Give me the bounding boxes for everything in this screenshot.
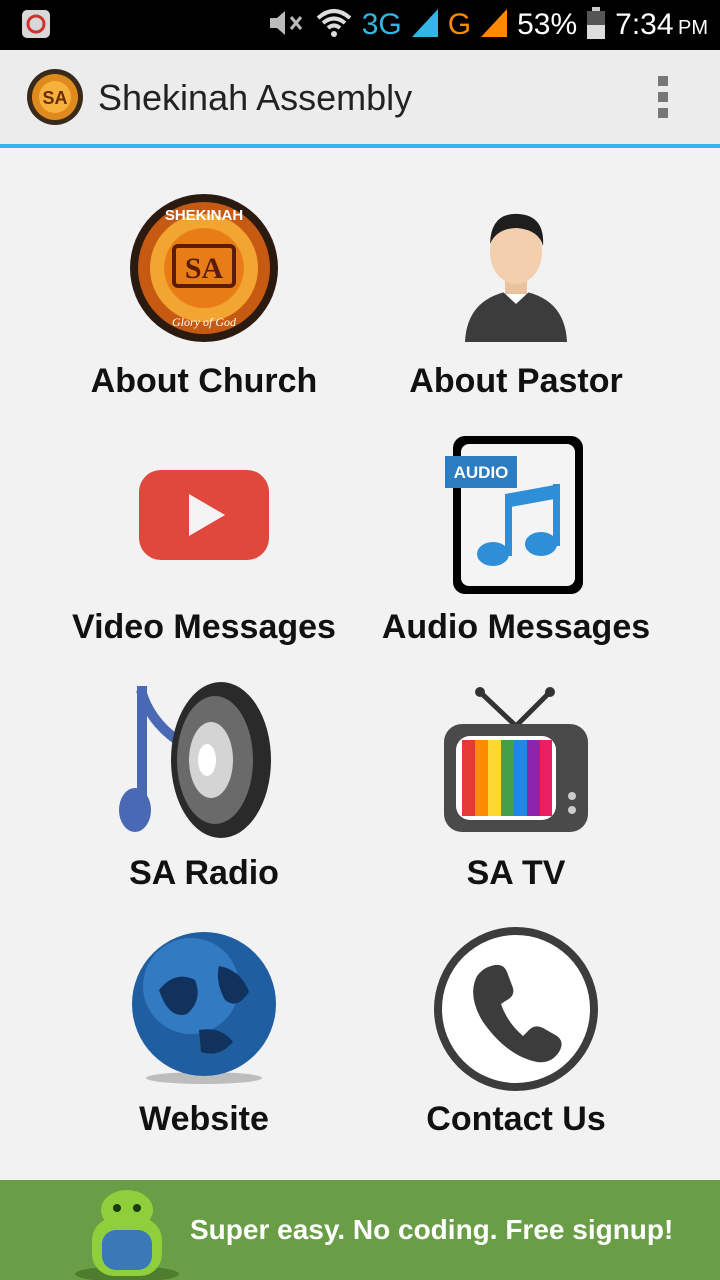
audio-badge-text: AUDIO <box>454 463 509 482</box>
youtube-play-icon <box>139 470 269 560</box>
android-mascot-icon <box>75 1190 179 1280</box>
sa-tv-button[interactable]: SA TV <box>346 678 686 918</box>
about-pastor-button[interactable]: About Pastor <box>346 186 686 426</box>
app-title: Shekinah Assembly <box>98 77 413 118</box>
audio-messages-button[interactable]: AUDIO Audio Messages <box>346 432 686 672</box>
pastor-avatar-icon <box>465 213 567 342</box>
audio-messages-label: Audio Messages <box>381 608 651 646</box>
website-button[interactable]: Website <box>34 924 374 1164</box>
wifi-icon <box>316 8 352 43</box>
status-bar: 3G G 53% 7:34 PM <box>0 0 720 50</box>
video-messages-label: Video Messages <box>72 608 336 646</box>
globe-icon <box>132 932 276 1084</box>
about-pastor-label: About Pastor <box>409 362 623 400</box>
church-logo-center: SA <box>185 252 224 285</box>
clock: 7:34 PM <box>615 8 708 42</box>
app-logo-icon[interactable]: SA <box>26 68 84 126</box>
ad-banner-text: Super easy. No coding. Free signup! <box>190 1214 674 1245</box>
app-notification-icon <box>22 10 50 38</box>
speaker-music-icon <box>119 682 271 838</box>
church-logo-bottom: Glory of God <box>172 315 237 329</box>
network-g-label: G <box>447 8 472 41</box>
clock-time: 7:34 <box>615 8 674 41</box>
tv-icon <box>444 687 588 832</box>
app-logo-text: SA <box>42 88 67 108</box>
phone-icon <box>434 927 598 1091</box>
church-logo-top: SHEKINAH <box>165 207 243 224</box>
ad-banner[interactable]: Super easy. No coding. Free signup! <box>0 1180 720 1280</box>
battery-percent: 53% <box>517 8 578 41</box>
audio-file-icon: AUDIO <box>445 436 583 594</box>
sa-tv-label: SA TV <box>466 854 566 892</box>
sa-radio-label: SA Radio <box>129 854 279 892</box>
network-3g-label: 3G <box>361 8 402 41</box>
video-messages-button[interactable]: Video Messages <box>34 432 374 672</box>
overflow-menu-icon[interactable] <box>648 76 678 122</box>
signal-icon-2 <box>481 8 508 42</box>
website-label: Website <box>139 1100 269 1138</box>
contact-us-button[interactable]: Contact Us <box>346 924 686 1164</box>
signal-icon <box>411 8 438 42</box>
contact-us-label: Contact Us <box>426 1100 606 1138</box>
sa-radio-button[interactable]: SA Radio <box>34 678 374 918</box>
about-church-label: About Church <box>90 362 318 400</box>
about-church-button[interactable]: SA SHEKINAH Glory of God About Church <box>34 186 374 426</box>
clock-ampm: PM <box>678 17 708 39</box>
action-bar: SA Shekinah Assembly <box>0 50 720 148</box>
battery-icon <box>587 6 606 44</box>
mute-icon <box>268 8 306 43</box>
church-logo-icon: SA SHEKINAH Glory of God <box>130 194 278 342</box>
